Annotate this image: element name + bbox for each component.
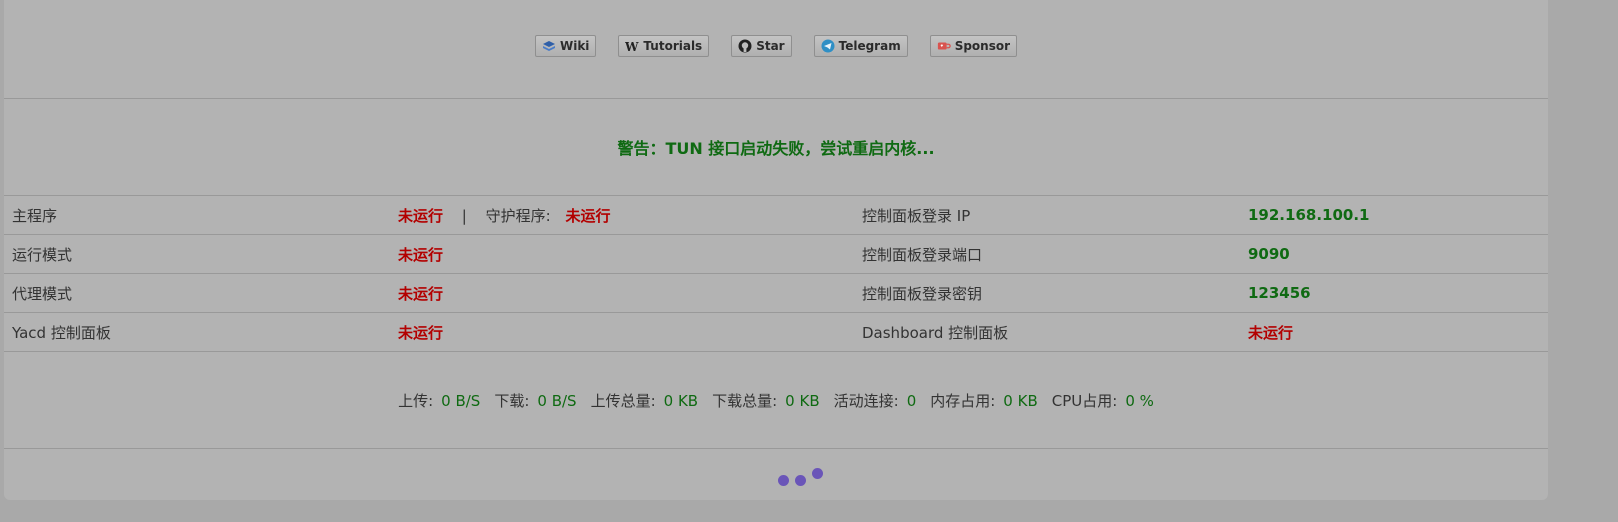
book-icon xyxy=(542,39,556,53)
traffic-stats: 上传: 0 B/S 下载: 0 B/S 上传总量: 0 KB 下载总量: 0 KB 活动… xyxy=(4,352,1548,449)
separator: | xyxy=(461,206,467,225)
table-row: 代理模式 未运行 控制面板登录密钥 123456 xyxy=(4,273,1548,313)
memory-value: 0 KB xyxy=(1003,391,1038,410)
svg-text:W: W xyxy=(625,40,639,52)
cpu-value: 0 % xyxy=(1125,391,1154,410)
yacd-panel-label: Yacd 控制面板 xyxy=(4,312,398,352)
star-button[interactable]: Star xyxy=(731,35,792,57)
download-value: 0 B/S xyxy=(537,391,577,410)
download-label: 下载: xyxy=(494,391,530,410)
download-total-value: 0 KB xyxy=(785,391,820,410)
wiki-label: Wiki xyxy=(559,39,590,53)
status-table: 主程序 未运行 | 守护程序: 未运行 控制面板登录 IP 192.168.10… xyxy=(4,196,1548,352)
wikipedia-w-icon: W xyxy=(625,39,639,53)
upload-total-label: 上传总量: xyxy=(590,391,656,410)
main-program-label: 主程序 xyxy=(4,196,398,235)
upload-label: 上传: xyxy=(398,391,434,410)
wiki-button[interactable]: Wiki xyxy=(534,35,597,57)
telegram-button[interactable]: Telegram xyxy=(813,35,908,57)
memory-stat: 内存占用: 0 KB xyxy=(930,390,1038,411)
dashboard-panel-label: Dashboard 控制面板 xyxy=(862,312,1248,352)
run-mode-label: 运行模式 xyxy=(4,234,398,274)
cpu-stat: CPU占用: 0 % xyxy=(1052,390,1154,411)
proxy-mode-label: 代理模式 xyxy=(4,273,398,313)
run-mode-status: 未运行 xyxy=(398,245,444,264)
main-panel: Wiki W Tutorials Star Telegram Sponsor 警… xyxy=(4,0,1548,500)
download-total-stat: 下载总量: 0 KB xyxy=(712,390,820,411)
main-program-status: 未运行 xyxy=(398,206,444,225)
table-row: 运行模式 未运行 控制面板登录端口 9090 xyxy=(4,234,1548,274)
loading-indicator xyxy=(0,464,1618,494)
yacd-panel-cell: 未运行 xyxy=(398,312,862,352)
star-label: Star xyxy=(756,39,785,53)
run-mode-cell: 未运行 xyxy=(398,234,862,274)
loading-dot xyxy=(812,468,823,479)
panel-secret-cell: 123456 xyxy=(1248,273,1548,313)
proxy-mode-cell: 未运行 xyxy=(398,273,862,313)
dashboard-panel-cell: 未运行 xyxy=(1248,312,1548,352)
panel-ip-value: 192.168.100.1 xyxy=(1248,206,1370,224)
github-icon xyxy=(738,39,752,53)
panel-secret-value: 123456 xyxy=(1248,284,1311,302)
upload-total-value: 0 KB xyxy=(663,391,699,410)
loading-dot xyxy=(778,475,789,486)
yacd-panel-status: 未运行 xyxy=(398,323,444,342)
upload-total-stat: 上传总量: 0 KB xyxy=(591,390,699,411)
warning-message: 警告：TUN 接口启动失败，尝试重启内核... xyxy=(4,99,1548,196)
link-toolbar: Wiki W Tutorials Star Telegram Sponsor xyxy=(4,0,1548,99)
cpu-label: CPU占用: xyxy=(1051,391,1118,410)
sponsor-button[interactable]: Sponsor xyxy=(929,35,1018,57)
tutorials-label: Tutorials xyxy=(643,39,703,53)
panel-ip-cell: 192.168.100.1 xyxy=(1248,196,1548,235)
connections-stat: 活动连接: 0 xyxy=(834,390,917,411)
telegram-icon xyxy=(821,39,835,53)
table-row: 主程序 未运行 | 守护程序: 未运行 控制面板登录 IP 192.168.10… xyxy=(4,196,1548,235)
loading-dot xyxy=(795,475,806,486)
panel-ip-label: 控制面板登录 IP xyxy=(862,196,1248,235)
proxy-mode-status: 未运行 xyxy=(398,284,444,303)
telegram-label: Telegram xyxy=(838,39,901,53)
main-program-cell: 未运行 | 守护程序: 未运行 xyxy=(398,196,862,235)
dashboard-panel-status: 未运行 xyxy=(1248,323,1294,342)
upload-stat: 上传: 0 B/S xyxy=(398,390,480,411)
download-stat: 下载: 0 B/S xyxy=(494,390,576,411)
connections-value: 0 xyxy=(906,391,917,410)
table-row: Yacd 控制面板 未运行 Dashboard 控制面板 未运行 xyxy=(4,312,1548,352)
memory-label: 内存占用: xyxy=(930,391,996,410)
panel-port-value: 9090 xyxy=(1248,245,1290,263)
panel-secret-label: 控制面板登录密钥 xyxy=(862,273,1248,313)
coffee-cup-icon xyxy=(937,39,951,53)
guard-program-label: 守护程序: xyxy=(485,206,551,225)
panel-port-cell: 9090 xyxy=(1248,234,1548,274)
upload-value: 0 B/S xyxy=(441,391,481,410)
sponsor-label: Sponsor xyxy=(954,39,1011,53)
panel-port-label: 控制面板登录端口 xyxy=(862,234,1248,274)
download-total-label: 下载总量: xyxy=(712,391,778,410)
connections-label: 活动连接: xyxy=(833,391,899,410)
guard-program-status: 未运行 xyxy=(565,206,611,225)
tutorials-button[interactable]: W Tutorials xyxy=(618,35,710,57)
